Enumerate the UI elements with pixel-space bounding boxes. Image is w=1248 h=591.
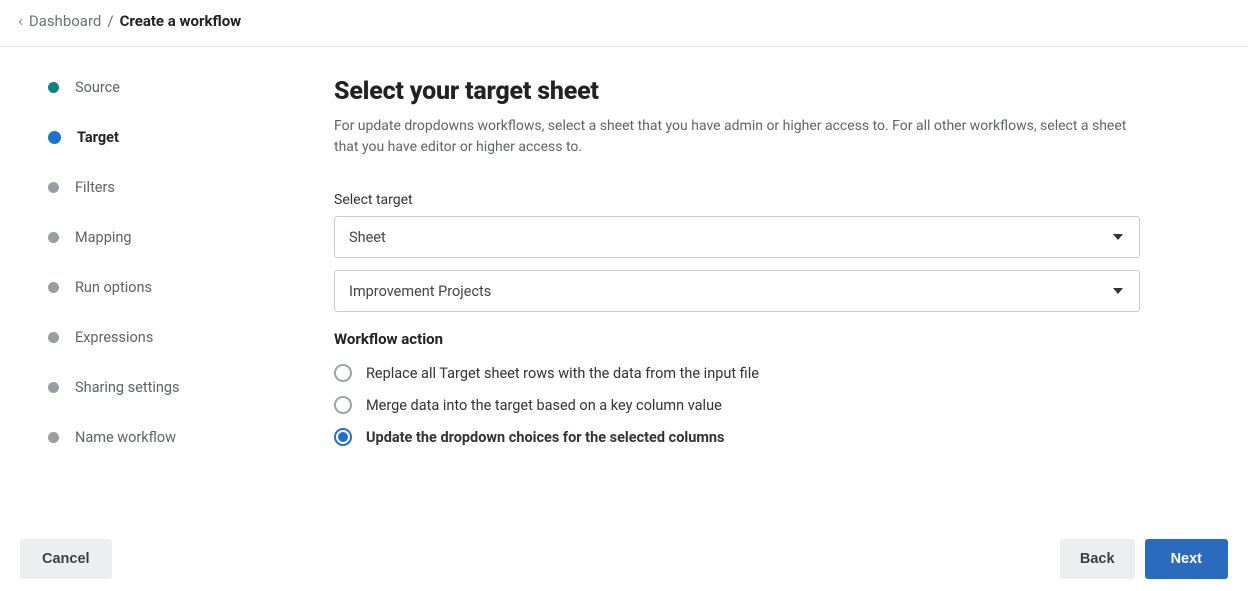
- step-dot-active-icon: [48, 131, 61, 144]
- breadcrumb-separator: /: [107, 12, 113, 30]
- target-type-select[interactable]: Sheet: [334, 216, 1140, 258]
- back-button[interactable]: Back: [1060, 539, 1135, 579]
- step-expressions[interactable]: Expressions: [48, 329, 280, 346]
- breadcrumb-parent-link[interactable]: Dashboard: [29, 12, 102, 30]
- step-label: Target: [77, 129, 119, 146]
- next-button[interactable]: Next: [1145, 539, 1228, 579]
- cancel-button[interactable]: Cancel: [20, 539, 112, 579]
- radio-label: Update the dropdown choices for the sele…: [366, 429, 725, 446]
- step-sharing-settings[interactable]: Sharing settings: [48, 379, 280, 396]
- workflow-action-merge[interactable]: Merge data into the target based on a ke…: [334, 396, 1140, 414]
- step-target[interactable]: Target: [48, 129, 280, 146]
- caret-down-icon: [1113, 234, 1123, 240]
- radio-selected-icon: [334, 428, 352, 446]
- workflow-action-heading: Workflow action: [334, 330, 1140, 348]
- breadcrumb-current: Create a workflow: [120, 12, 242, 30]
- step-label: Run options: [75, 279, 152, 296]
- step-dot-icon: [48, 332, 59, 343]
- target-sheet-select[interactable]: Improvement Projects: [334, 270, 1140, 312]
- workflow-action-radio-group: Replace all Target sheet rows with the d…: [334, 364, 1140, 446]
- step-label: Mapping: [75, 229, 132, 246]
- wizard-sidebar: Source Target Filters Mapping Run option…: [0, 47, 300, 583]
- page-title: Select your target sheet: [334, 77, 1140, 106]
- breadcrumb: ‹ Dashboard / Create a workflow: [0, 0, 1248, 47]
- step-run-options[interactable]: Run options: [48, 279, 280, 296]
- step-dot-icon: [48, 432, 59, 443]
- step-dot-icon: [48, 232, 59, 243]
- step-label: Filters: [75, 179, 115, 196]
- page-subtitle: For update dropdowns workflows, select a…: [334, 116, 1134, 158]
- caret-down-icon: [1113, 288, 1123, 294]
- step-dot-done-icon: [48, 82, 59, 93]
- step-label: Name workflow: [75, 429, 176, 446]
- chevron-left-icon[interactable]: ‹: [18, 13, 23, 29]
- radio-icon: [334, 364, 352, 382]
- select-value: Sheet: [349, 229, 386, 246]
- step-name-workflow[interactable]: Name workflow: [48, 429, 280, 446]
- main-panel: Select your target sheet For update drop…: [300, 47, 1200, 466]
- step-dot-icon: [48, 382, 59, 393]
- workflow-action-update-dropdowns[interactable]: Update the dropdown choices for the sele…: [334, 428, 1140, 446]
- step-source[interactable]: Source: [48, 79, 280, 96]
- step-dot-icon: [48, 182, 59, 193]
- step-label: Expressions: [75, 329, 153, 346]
- step-mapping[interactable]: Mapping: [48, 229, 280, 246]
- step-label: Sharing settings: [75, 379, 180, 396]
- step-filters[interactable]: Filters: [48, 179, 280, 196]
- workflow-action-replace[interactable]: Replace all Target sheet rows with the d…: [334, 364, 1140, 382]
- step-label: Source: [75, 79, 120, 96]
- radio-icon: [334, 396, 352, 414]
- select-target-label: Select target: [334, 192, 1140, 208]
- step-dot-icon: [48, 282, 59, 293]
- select-value: Improvement Projects: [349, 283, 491, 300]
- radio-label: Replace all Target sheet rows with the d…: [366, 365, 759, 382]
- radio-label: Merge data into the target based on a ke…: [366, 397, 722, 414]
